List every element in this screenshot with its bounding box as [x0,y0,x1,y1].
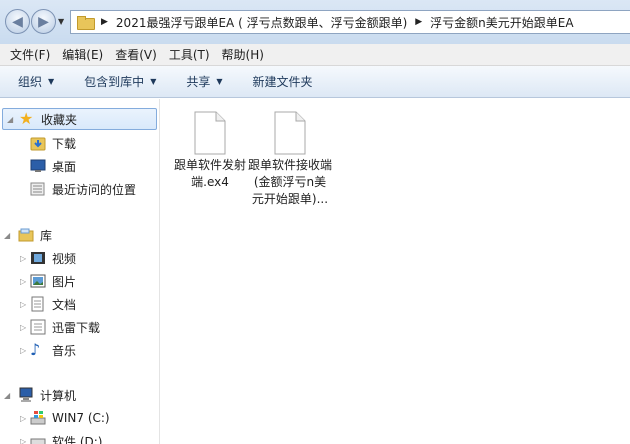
new-folder-button[interactable]: 新建文件夹 [243,73,323,90]
nav-item-videos[interactable]: ▷ 视频 [0,247,159,269]
organize-button[interactable]: 组织 ▼ [8,73,64,90]
nav-item-label: 软件 (D:) [52,434,103,444]
nav-item-downloads[interactable]: 下载 [0,132,159,154]
expand-triangle-icon[interactable]: ▷ [20,254,26,263]
nav-item-desktop[interactable]: 桌面 [0,155,159,177]
command-bar: 组织 ▼ 包含到库中 ▼ 共享 ▼ 新建文件夹 [0,66,630,98]
include-in-library-button[interactable]: 包含到库中 ▼ [74,73,166,90]
navigation-pane: ◢ ★ 收藏夹 下载 桌面 最近访问的位置 ◢ 库 ▷ 视频 ▷ 图片 ▷ 文档… [0,99,159,444]
nav-item-label: 音乐 [52,343,77,358]
thunder-download-icon [30,319,46,335]
nav-item-label: 迅雷下载 [52,320,101,335]
collapse-triangle-icon[interactable]: ◢ [4,231,10,240]
library-icon [18,227,34,243]
nav-computer[interactable]: ◢ 计算机 [0,384,159,406]
recent-places-icon [30,181,46,197]
expand-triangle-icon[interactable]: ▷ [20,277,26,286]
nav-item-label: WIN7 (C:) [52,411,110,425]
documents-icon [30,296,46,312]
nav-item-recent-places[interactable]: 最近访问的位置 [0,178,159,200]
nav-item-label: 视频 [52,251,77,266]
breadcrumb-item[interactable]: 2021最强浮亏跟单EA ( 浮亏点数跟单、浮亏金额跟单) [116,14,407,31]
computer-icon [18,387,34,403]
expand-triangle-icon[interactable]: ▷ [20,346,26,355]
caret-down-icon: ▼ [216,77,223,86]
nav-item-music[interactable]: ▷ ♪ 音乐 [0,339,159,361]
menu-bar: 文件(F) 编辑(E) 查看(V) 工具(T) 帮助(H) [0,44,630,66]
forward-button[interactable]: ▶ [31,9,56,34]
share-label: 共享 [186,75,211,89]
file-item[interactable]: 跟单软件发射端.ex4 [168,111,252,191]
nav-favorites[interactable]: ◢ ★ 收藏夹 [2,108,157,130]
video-icon [30,250,46,266]
nav-item-label: 文档 [52,297,77,312]
menu-file[interactable]: 文件(F) [4,44,56,66]
nav-computer-label: 计算机 [40,388,77,403]
breadcrumb-item-current[interactable]: 浮亏金额n美元开始跟单EA [430,14,573,31]
chevron-right-icon[interactable]: ▶ [101,17,108,27]
file-list: 跟单软件发射端.ex4 跟单软件接收端 (金额浮亏n美元开始跟单)... [163,99,630,444]
folder-icon [77,16,95,30]
expand-triangle-icon[interactable]: ▷ [20,300,26,309]
recent-pages-dropdown[interactable]: ▼ [58,17,64,26]
file-item[interactable]: 跟单软件接收端 (金额浮亏n美元开始跟单)... [248,111,332,208]
address-bar-region: ◀ ▶ ▼ ▶ 2021最强浮亏跟单EA ( 浮亏点数跟单、浮亏金额跟单) ▶ … [0,0,630,44]
forward-arrow-icon: ▶ [38,13,49,30]
menu-view[interactable]: 查看(V) [109,44,163,66]
file-name: 跟单软件接收端 (金额浮亏n美元开始跟单)... [248,158,333,206]
include-in-library-label: 包含到库中 [84,75,145,89]
chevron-right-icon[interactable]: ▶ [415,17,422,27]
caret-down-icon: ▼ [150,77,157,86]
nav-item-label: 图片 [52,274,77,289]
generic-file-icon [192,111,228,155]
music-note-icon: ♪ [30,340,41,359]
expand-triangle-icon[interactable]: ▷ [20,414,26,423]
star-icon: ★ [19,109,34,128]
nav-item-label: 下载 [52,136,77,151]
organize-label: 组织 [18,75,43,89]
back-button[interactable]: ◀ [5,9,30,34]
nav-item-pictures[interactable]: ▷ 图片 [0,270,159,292]
downloads-folder-icon [30,135,46,151]
expand-triangle-icon[interactable]: ▷ [20,437,26,444]
windows-drive-icon [30,410,46,426]
expand-triangle-icon[interactable]: ▷ [20,323,26,332]
share-button[interactable]: 共享 ▼ [176,73,232,90]
nav-item-thunder-downloads[interactable]: ▷ 迅雷下载 [0,316,159,338]
menu-help[interactable]: 帮助(H) [216,44,270,66]
nav-item-drive-c[interactable]: ▷ WIN7 (C:) [0,407,159,429]
file-name: 跟单软件发射端.ex4 [173,158,246,189]
address-bar[interactable]: ▶ 2021最强浮亏跟单EA ( 浮亏点数跟单、浮亏金额跟单) ▶ 浮亏金额n美… [70,10,630,34]
collapse-triangle-icon[interactable]: ◢ [4,391,10,400]
menu-edit[interactable]: 编辑(E) [56,44,109,66]
back-arrow-icon: ◀ [12,13,23,30]
nav-item-label: 桌面 [52,159,77,174]
menu-tools[interactable]: 工具(T) [163,44,216,66]
nav-libraries-label: 库 [40,228,53,243]
nav-item-label: 最近访问的位置 [52,182,137,197]
desktop-icon [30,158,46,174]
collapse-triangle-icon[interactable]: ◢ [7,115,13,124]
nav-item-drive-d[interactable]: ▷ 软件 (D:) [0,430,159,444]
new-folder-label: 新建文件夹 [252,75,313,89]
pictures-icon [30,273,46,289]
caret-down-icon: ▼ [48,77,55,86]
drive-icon [30,433,46,444]
nav-favorites-label: 收藏夹 [41,112,78,127]
nav-item-documents[interactable]: ▷ 文档 [0,293,159,315]
nav-libraries[interactable]: ◢ 库 [0,224,159,246]
generic-file-icon [272,111,308,155]
